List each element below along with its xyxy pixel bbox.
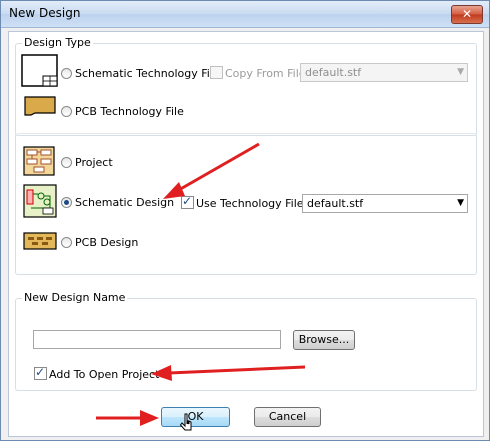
copy-from-file-value: default.stf (305, 66, 362, 79)
schematic-technology-file-icon (21, 54, 58, 87)
schematic-design-label: Schematic Design (75, 196, 175, 209)
close-button[interactable]: ✕ (451, 5, 483, 24)
window-title: New Design (9, 6, 81, 20)
dialog-content: Design Type New Design Name Schematic Te… (8, 31, 484, 437)
design-name-input[interactable] (33, 330, 281, 349)
copy-from-file-select[interactable]: default.stf ▼ (300, 63, 468, 82)
pcb-technology-file-icon (24, 96, 56, 116)
project-label: Project (75, 156, 113, 169)
design-type-legend: Design Type (22, 36, 93, 49)
design-name-legend: New Design Name (22, 291, 128, 304)
ok-button[interactable]: OK (161, 407, 230, 427)
chevron-down-icon: ▼ (457, 198, 464, 208)
use-technology-file-value: default.stf (307, 197, 364, 210)
project-radio[interactable] (61, 157, 72, 168)
use-technology-file-select[interactable]: default.stf ▼ (302, 194, 468, 213)
pcb-design-label: PCB Design (75, 236, 139, 249)
chevron-down-icon: ▼ (457, 67, 464, 77)
cancel-button[interactable]: Cancel (254, 407, 321, 427)
new-design-dialog: New Design ✕ Design Type New Design Name… (0, 0, 490, 441)
design-type-group: Design Type (15, 36, 477, 136)
pcb-technology-file-radio[interactable] (61, 106, 72, 117)
checkmark-icon: ✓ (35, 365, 46, 379)
pcb-design-radio[interactable] (61, 237, 72, 248)
pcb-design-icon (23, 232, 57, 250)
project-icon (23, 146, 55, 176)
schematic-technology-file-label: Schematic Technology File (75, 67, 220, 80)
browse-button[interactable]: Browse... (293, 330, 355, 350)
add-to-open-project-label: Add To Open Project (49, 368, 160, 381)
use-technology-file-checkbox[interactable]: ✓ (181, 194, 194, 209)
schematic-design-icon (23, 184, 57, 218)
use-technology-file-label: Use Technology File: (196, 197, 308, 210)
mouse-cursor-icon (179, 413, 192, 431)
schematic-design-radio[interactable] (61, 197, 72, 208)
checkmark-icon: ✓ (182, 194, 193, 208)
title-bar[interactable]: New Design ✕ (1, 1, 489, 28)
pcb-technology-file-label: PCB Technology File (75, 105, 184, 118)
schematic-technology-file-radio[interactable] (61, 68, 72, 79)
copy-from-file-checkbox[interactable] (210, 66, 223, 79)
copy-from-file-label: Copy From File: (225, 67, 310, 80)
close-icon: ✕ (461, 7, 473, 21)
add-to-open-project-checkbox[interactable]: ✓ (34, 365, 47, 380)
